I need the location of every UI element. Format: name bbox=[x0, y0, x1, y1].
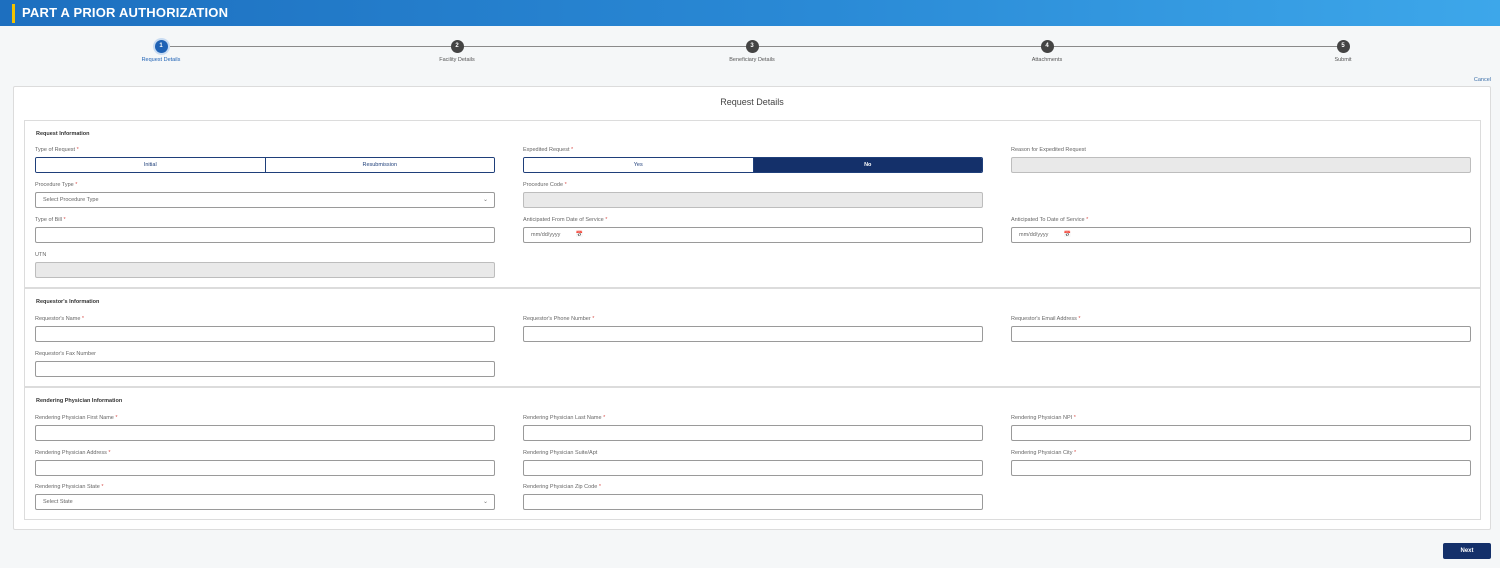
physician-npi-field: Rendering Physician NPI * bbox=[1011, 415, 1471, 441]
next-button[interactable]: Next bbox=[1443, 543, 1491, 559]
physician-last-name-input[interactable] bbox=[523, 425, 983, 441]
chevron-down-icon: ⌄ bbox=[482, 197, 488, 203]
step-number: 4 bbox=[1040, 40, 1054, 53]
step-label: Attachments bbox=[1031, 57, 1063, 63]
physician-city-input[interactable] bbox=[1011, 460, 1471, 476]
requestor-fax-input[interactable] bbox=[35, 361, 495, 377]
step-number: 3 bbox=[745, 40, 759, 53]
expedited-request-toggle: Yes No bbox=[523, 157, 983, 173]
card-title: Request Details bbox=[720, 97, 784, 107]
utn-input bbox=[35, 262, 495, 278]
to-date-input[interactable]: mm/dd/yyyy 📅 bbox=[1011, 227, 1471, 243]
expedited-request-field: Expedited Request * Yes No bbox=[523, 147, 983, 173]
physician-first-name-field: Rendering Physician First Name * bbox=[35, 415, 495, 441]
reason-expedited-input bbox=[1011, 157, 1471, 173]
step-label: Request Details bbox=[141, 57, 181, 63]
requestor-email-input[interactable] bbox=[1011, 326, 1471, 342]
procedure-type-select[interactable]: Select Procedure Type ⌄ bbox=[35, 192, 495, 208]
physician-city-field: Rendering Physician City * bbox=[1011, 450, 1471, 476]
physician-address-input[interactable] bbox=[35, 460, 495, 476]
section-title: Rendering Physician Information bbox=[36, 398, 123, 404]
requestor-name-input[interactable] bbox=[35, 326, 495, 342]
section-title: Request Information bbox=[36, 131, 90, 137]
step-request-details[interactable]: 1 Request Details bbox=[91, 40, 231, 63]
step-label: Facility Details bbox=[439, 57, 475, 63]
step-number: 5 bbox=[1336, 40, 1350, 53]
requestor-phone-input[interactable] bbox=[523, 326, 983, 342]
step-number: 2 bbox=[450, 40, 464, 53]
type-of-bill-field: Type of Bill * bbox=[35, 217, 495, 243]
physician-state-field: Rendering Physician State * Select State… bbox=[35, 484, 495, 510]
no-option[interactable]: No bbox=[752, 158, 982, 172]
procedure-code-input bbox=[523, 192, 983, 208]
requestor-phone-field: Requestor's Phone Number * bbox=[523, 316, 983, 342]
reason-expedited-field: Reason for Expedited Request bbox=[1011, 147, 1471, 173]
chevron-down-icon: ⌄ bbox=[482, 499, 488, 505]
calendar-icon[interactable]: 📅 bbox=[576, 228, 583, 242]
from-date-input[interactable]: mm/dd/yyyy 📅 bbox=[523, 227, 983, 243]
from-date-field: Anticipated From Date of Service * mm/dd… bbox=[523, 217, 983, 243]
step-number: 1 bbox=[154, 40, 168, 53]
physician-suite-input[interactable] bbox=[523, 460, 983, 476]
type-of-bill-input[interactable] bbox=[35, 227, 495, 243]
step-beneficiary-details[interactable]: 3 Beneficiary Details bbox=[682, 40, 822, 63]
physician-zip-input[interactable] bbox=[523, 494, 983, 510]
section-title: Requestor's Information bbox=[36, 299, 100, 305]
procedure-type-field: Procedure Type * Select Procedure Type ⌄ bbox=[35, 182, 495, 208]
utn-field: UTN bbox=[35, 252, 495, 278]
requestor-email-field: Requestor's Email Address * bbox=[1011, 316, 1471, 342]
initial-option[interactable]: Initial bbox=[36, 158, 265, 172]
step-label: Beneficiary Details bbox=[729, 57, 775, 63]
calendar-icon[interactable]: 📅 bbox=[1064, 228, 1071, 242]
physician-suite-field: Rendering Physician Suite/Apt bbox=[523, 450, 983, 476]
app-header: PART A PRIOR AUTHORIZATION bbox=[0, 0, 1500, 26]
physician-zip-field: Rendering Physician Zip Code * bbox=[523, 484, 983, 510]
type-of-request-field: Type of Request * Initial Resubmission bbox=[35, 147, 495, 173]
yes-option[interactable]: Yes bbox=[524, 158, 753, 172]
requestor-information-section: Requestor's Information Requestor's Name… bbox=[24, 288, 1481, 387]
header-accent-bar bbox=[12, 4, 15, 23]
to-date-field: Anticipated To Date of Service * mm/dd/y… bbox=[1011, 217, 1471, 243]
step-label: Submit bbox=[1334, 57, 1352, 63]
physician-last-name-field: Rendering Physician Last Name * bbox=[523, 415, 983, 441]
step-attachments[interactable]: 4 Attachments bbox=[977, 40, 1117, 63]
cancel-link[interactable]: Cancel bbox=[1474, 77, 1491, 83]
physician-state-select[interactable]: Select State ⌄ bbox=[35, 494, 495, 510]
step-submit[interactable]: 5 Submit bbox=[1273, 40, 1413, 63]
rendering-physician-section: Rendering Physician Information Renderin… bbox=[24, 387, 1481, 520]
type-of-request-toggle: Initial Resubmission bbox=[35, 157, 495, 173]
page-title: PART A PRIOR AUTHORIZATION bbox=[22, 5, 229, 20]
request-information-section: Request Information Type of Request * In… bbox=[24, 120, 1481, 288]
step-facility-details[interactable]: 2 Facility Details bbox=[387, 40, 527, 63]
physician-first-name-input[interactable] bbox=[35, 425, 495, 441]
resubmission-option[interactable]: Resubmission bbox=[264, 158, 494, 172]
physician-npi-input[interactable] bbox=[1011, 425, 1471, 441]
requestor-name-field: Requestor's Name * bbox=[35, 316, 495, 342]
requestor-fax-field: Requestor's Fax Number bbox=[35, 351, 495, 377]
request-details-card: Request Details Request Information Type… bbox=[13, 86, 1491, 530]
physician-address-field: Rendering Physician Address * bbox=[35, 450, 495, 476]
procedure-code-field: Procedure Code * bbox=[523, 182, 983, 208]
